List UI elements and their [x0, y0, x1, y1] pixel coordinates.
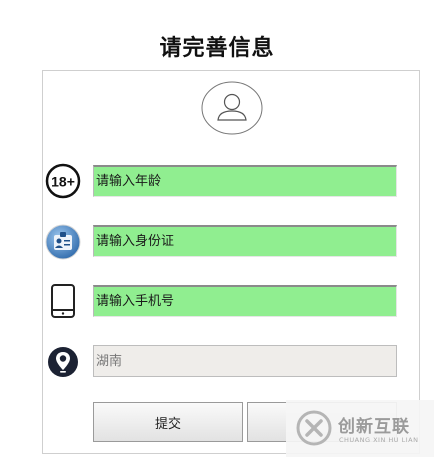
location-field[interactable] — [93, 345, 397, 377]
watermark-brand: 创新互联 — [338, 417, 410, 437]
age-input[interactable] — [93, 165, 397, 197]
tablet-phone-icon — [51, 284, 75, 318]
phone-input[interactable] — [93, 285, 397, 317]
page-title: 请完善信息 — [159, 36, 275, 61]
age-18-plus-icon: 18+ — [45, 163, 81, 199]
location-pin-icon — [48, 347, 78, 377]
age-badge-text: 18+ — [51, 174, 75, 190]
watermark-logo-icon — [296, 410, 332, 446]
avatar-icon — [201, 81, 263, 135]
submit-button[interactable]: 提交 — [93, 402, 243, 442]
watermark-sub: CHUANG XIN HU LIAN — [339, 436, 419, 444]
id-card-input[interactable] — [93, 225, 397, 257]
id-card-icon — [45, 224, 81, 260]
watermark: 创新互联 CHUANG XIN HU LIAN — [286, 400, 434, 457]
